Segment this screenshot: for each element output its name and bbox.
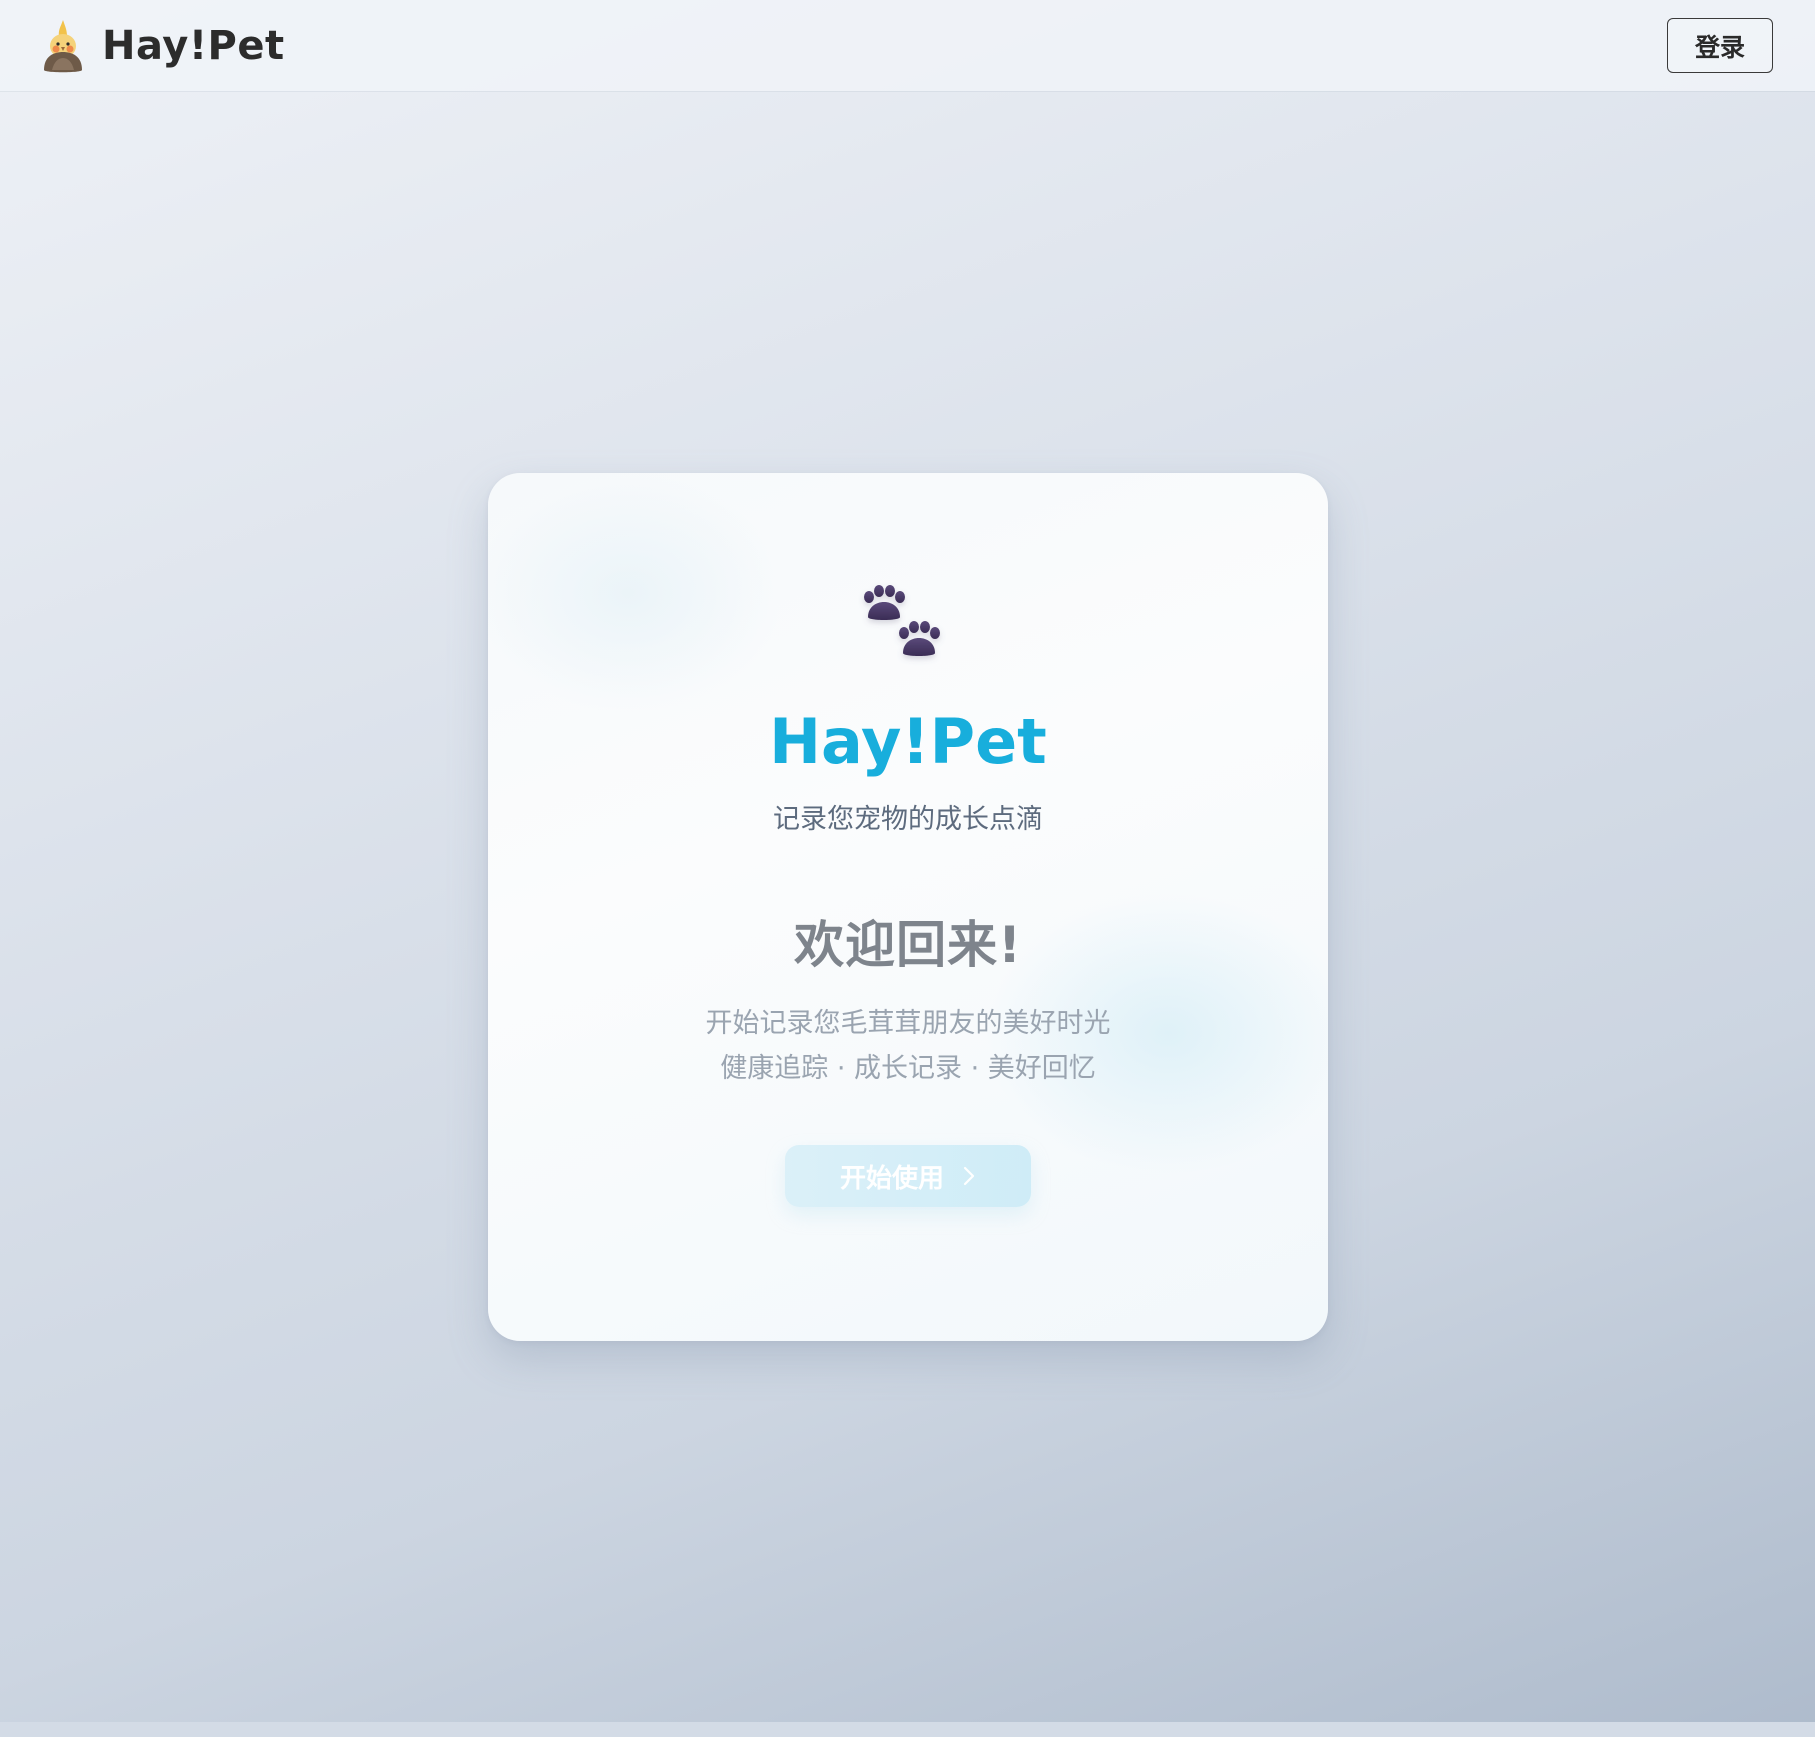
cockatiel-bird-icon [44, 20, 82, 73]
login-button[interactable]: 登录 [1667, 18, 1773, 73]
chevron-right-icon [963, 1166, 975, 1186]
description-line-1: 开始记录您毛茸茸朋友的美好时光 [705, 1008, 1111, 1039]
description-line-2: 健康追踪 · 成长记录 · 美好回忆 [720, 1053, 1096, 1084]
brand[interactable]: Hay!Pet [40, 18, 285, 74]
welcome-heading: 欢迎回来! [794, 916, 1022, 974]
bottom-edge [0, 1722, 1815, 1737]
start-button-label: 开始使用 [839, 1163, 944, 1194]
paw-prints-icon [864, 585, 940, 656]
app-title: Hay!Pet [769, 705, 1047, 778]
top-navigation-bar: Hay!Pet 登录 [0, 0, 1815, 91]
start-button[interactable]: 开始使用 [785, 1145, 1031, 1207]
brand-name: Hay!Pet [102, 23, 285, 69]
welcome-card: Hay!Pet 记录您宠物的成长点滴 欢迎回来! 开始记录您毛茸茸朋友的美好时光… [488, 473, 1328, 1341]
app-tagline: 记录您宠物的成长点滴 [773, 804, 1043, 835]
